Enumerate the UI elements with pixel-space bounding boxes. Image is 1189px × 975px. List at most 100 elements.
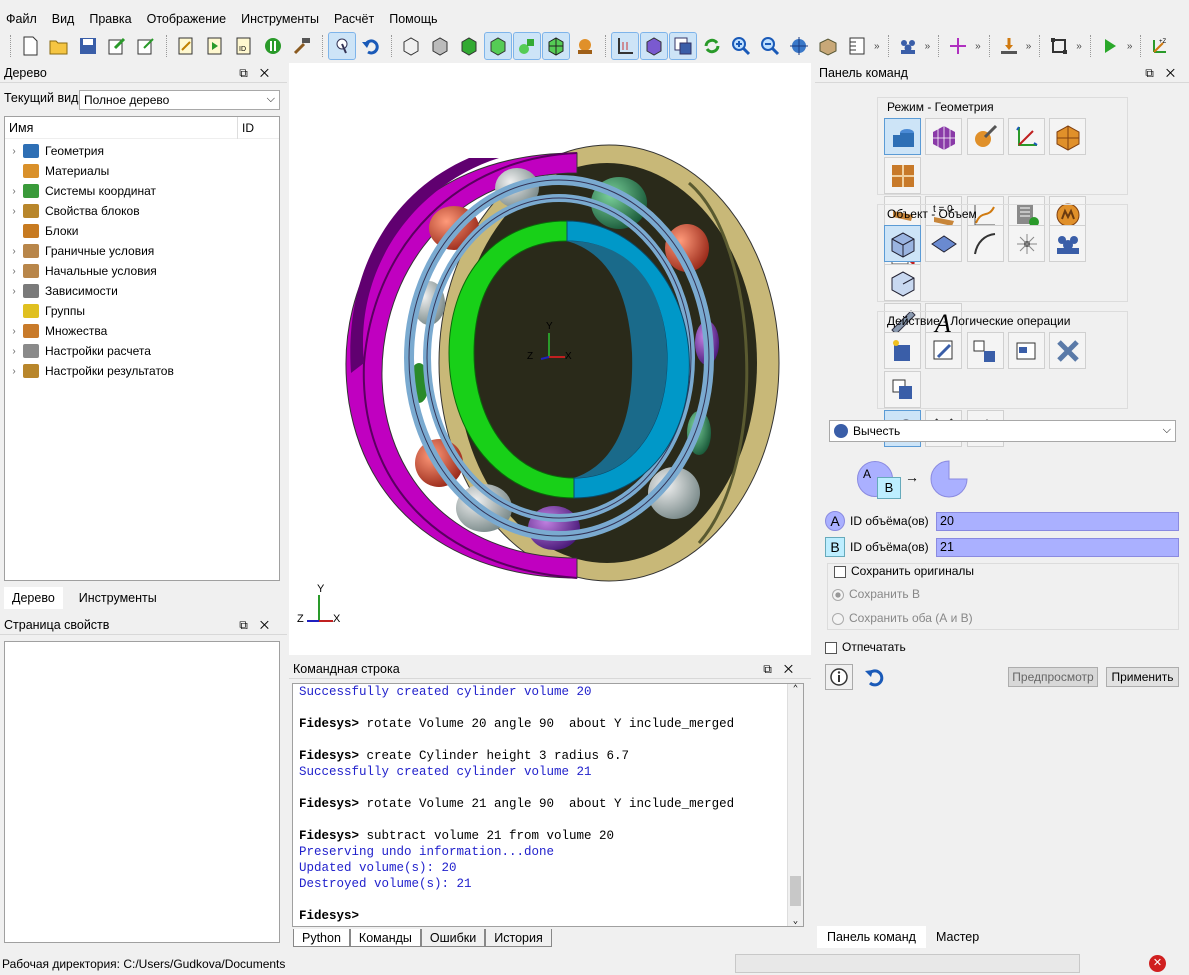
command-output[interactable]: Successfully created cylinder volume 20 F… bbox=[292, 683, 804, 927]
tree-item[interactable]: › Начальные условия bbox=[5, 261, 279, 281]
modify-volume-icon[interactable] bbox=[925, 332, 963, 369]
tree-item[interactable]: › Множества bbox=[5, 321, 279, 341]
run-script-icon[interactable] bbox=[202, 33, 228, 59]
edit-script-icon[interactable] bbox=[173, 33, 199, 59]
run-calc-icon[interactable] bbox=[1097, 33, 1123, 59]
tree-item[interactable]: Группы bbox=[5, 301, 279, 321]
expand-arrow-icon[interactable]: › bbox=[5, 366, 23, 377]
mesh-icon[interactable] bbox=[542, 32, 570, 60]
load-icon[interactable] bbox=[996, 33, 1022, 59]
zoom-out-icon[interactable] bbox=[757, 33, 783, 59]
info-icon[interactable] bbox=[825, 664, 853, 690]
tree-item[interactable]: › Свойства блоков bbox=[5, 201, 279, 221]
axis-orient-icon[interactable]: +Z bbox=[1147, 33, 1173, 59]
properties-area[interactable] bbox=[4, 641, 280, 943]
export-icon[interactable] bbox=[133, 33, 159, 59]
menu-view[interactable]: Вид bbox=[52, 12, 75, 26]
keep-originals-checkbox[interactable]: Сохранить оригиналы bbox=[834, 564, 979, 578]
toolbar-grip[interactable] bbox=[10, 35, 13, 57]
panel-float-close-icon[interactable]: ⧉✕ bbox=[1145, 66, 1187, 81]
new-file-icon[interactable] bbox=[17, 33, 43, 59]
refresh-icon[interactable] bbox=[699, 33, 725, 59]
expand-arrow-icon[interactable]: › bbox=[5, 206, 23, 217]
menu-calculation[interactable]: Расчёт bbox=[334, 12, 374, 26]
volume-icon[interactable] bbox=[884, 225, 921, 262]
hidden-line-icon[interactable] bbox=[427, 33, 453, 59]
keep-b-radio[interactable]: Сохранить B bbox=[832, 587, 920, 601]
expand-arrow-icon[interactable]: › bbox=[5, 146, 23, 157]
menu-edit[interactable]: Правка bbox=[89, 12, 131, 26]
column-name-header[interactable]: Имя bbox=[5, 121, 33, 135]
pause-icon[interactable] bbox=[260, 33, 286, 59]
shaded-icon[interactable] bbox=[456, 33, 482, 59]
tab-tree[interactable]: Дерево bbox=[4, 587, 63, 609]
block-props-icon[interactable] bbox=[1049, 118, 1087, 155]
vertex-icon[interactable] bbox=[1008, 225, 1046, 262]
ruler-icon[interactable] bbox=[844, 33, 870, 59]
tree-item[interactable]: › Настройки расчета bbox=[5, 341, 279, 361]
id-icon[interactable]: ID bbox=[231, 33, 257, 59]
panel-float-close-icon[interactable]: ⧉✕ bbox=[763, 662, 805, 677]
tab-history[interactable]: История bbox=[485, 929, 552, 947]
body-icon[interactable] bbox=[884, 264, 921, 301]
volume-props-icon[interactable] bbox=[1008, 332, 1046, 369]
save-icon[interactable] bbox=[75, 33, 101, 59]
3d-viewport[interactable]: Y X Z Y X Z bbox=[289, 63, 811, 655]
transform-icon[interactable] bbox=[966, 332, 1004, 369]
tab-wizard[interactable]: Мастер bbox=[926, 926, 989, 948]
clip-plane-icon[interactable] bbox=[669, 32, 697, 60]
tab-commands[interactable]: Команды bbox=[349, 929, 421, 947]
surfaces-icon[interactable] bbox=[513, 32, 541, 60]
imprint-checkbox[interactable]: Отпечатать bbox=[825, 640, 906, 654]
group-object-icon[interactable] bbox=[1049, 225, 1087, 262]
expand-arrow-icon[interactable]: › bbox=[5, 246, 23, 257]
tree-item[interactable]: › Геометрия bbox=[5, 141, 279, 161]
mesh-mode-icon[interactable] bbox=[925, 118, 963, 155]
preview-button[interactable]: Предпросмотр bbox=[1008, 667, 1098, 687]
groups-toolbar-icon[interactable] bbox=[895, 33, 921, 59]
wireframe-icon[interactable] bbox=[398, 33, 424, 59]
blocks-mode-icon[interactable] bbox=[884, 157, 921, 194]
select-mode-icon[interactable] bbox=[328, 32, 356, 60]
scroll-thumb[interactable] bbox=[790, 876, 801, 906]
expand-arrow-icon[interactable]: › bbox=[5, 326, 23, 337]
expand-arrow-icon[interactable]: › bbox=[5, 266, 23, 277]
tab-errors[interactable]: Ошибки bbox=[420, 929, 486, 947]
apply-button[interactable]: Применить bbox=[1106, 667, 1179, 687]
menu-display[interactable]: Отображение bbox=[147, 12, 226, 26]
zoom-in-icon[interactable] bbox=[728, 33, 754, 59]
tree-item[interactable]: › Настройки результатов bbox=[5, 361, 279, 381]
copy-volume-icon[interactable] bbox=[884, 371, 921, 408]
keep-both-radio[interactable]: Сохранить оба (А и В) bbox=[832, 611, 973, 625]
expand-arrow-icon[interactable]: › bbox=[5, 286, 23, 297]
command-scrollbar[interactable]: ⌃ ⌄ bbox=[787, 684, 803, 926]
tree-item[interactable]: › Граничные условия bbox=[5, 241, 279, 261]
smooth-shaded-icon[interactable] bbox=[484, 32, 512, 60]
import-icon[interactable] bbox=[104, 33, 130, 59]
panel-float-close-icon[interactable]: ⧉✕ bbox=[239, 618, 281, 633]
tab-command-panel[interactable]: Панель команд bbox=[817, 926, 926, 948]
tree-view[interactable]: Имя ID › Геометрия Материалы › Системы коорд… bbox=[4, 116, 280, 581]
surface-icon[interactable] bbox=[925, 225, 963, 262]
coord-system-icon[interactable] bbox=[1008, 118, 1046, 155]
geometry-mode-icon[interactable] bbox=[884, 118, 921, 155]
transparency-icon[interactable] bbox=[640, 32, 668, 60]
node-icon[interactable] bbox=[1046, 33, 1072, 59]
tree-item[interactable]: › Зависимости bbox=[5, 281, 279, 301]
boolean-operation-select[interactable]: Вычесть ⌵ bbox=[829, 420, 1176, 442]
menu-help[interactable]: Помощь bbox=[389, 12, 437, 26]
delete-icon[interactable] bbox=[1049, 332, 1087, 369]
reset-icon[interactable] bbox=[863, 666, 885, 691]
open-folder-icon[interactable] bbox=[46, 33, 72, 59]
volume-b-input[interactable]: 21 bbox=[936, 537, 1179, 557]
material-view-icon[interactable] bbox=[572, 33, 598, 59]
tab-tools[interactable]: Инструменты bbox=[71, 587, 165, 609]
undo-icon[interactable] bbox=[358, 33, 384, 59]
curve-icon[interactable] bbox=[966, 225, 1004, 262]
menu-tools[interactable]: Инструменты bbox=[241, 12, 319, 26]
column-id-header[interactable]: ID bbox=[237, 116, 254, 139]
current-view-select[interactable]: Полное дерево ⌵ bbox=[79, 90, 280, 110]
tab-python[interactable]: Python bbox=[293, 929, 350, 947]
scroll-up-icon[interactable]: ⌃ bbox=[788, 684, 803, 694]
fit-view-icon[interactable] bbox=[786, 33, 812, 59]
